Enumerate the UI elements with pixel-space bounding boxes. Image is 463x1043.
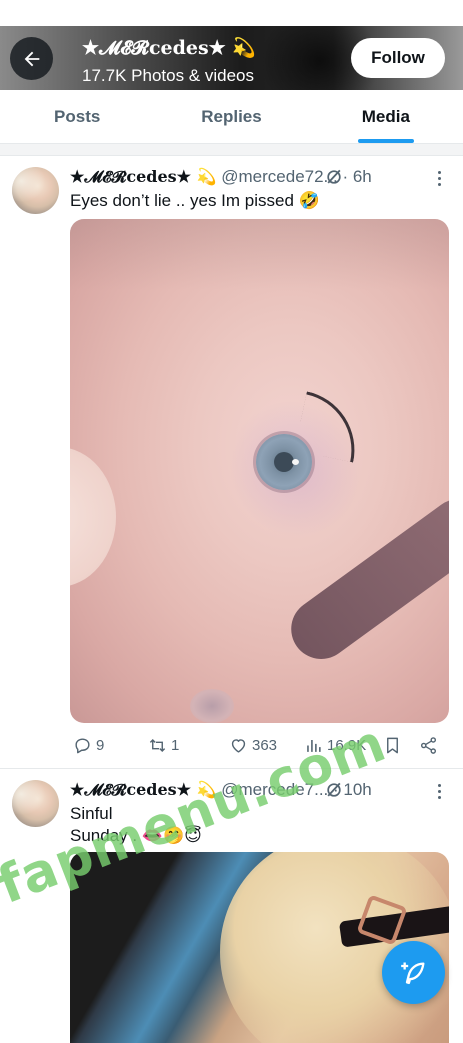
tweet-photo[interactable] [70,219,449,723]
tab-replies[interactable]: Replies [154,90,308,143]
media-count: 17.7K Photos & videos [82,66,255,85]
photo-nostril [190,689,234,723]
view-count: 16.9K [327,736,367,754]
author-name[interactable]: ★𝓜𝓔𝓡cedes★ 💫 [70,780,217,799]
repost-count: 1 [171,736,180,754]
status-bar-area [0,0,463,26]
author-name[interactable]: ★𝓜𝓔𝓡cedes★ 💫 [70,167,217,186]
author-handle[interactable]: @mercede7... [221,780,328,799]
tweet-time[interactable]: · 6h [342,167,371,186]
reply-button[interactable]: 9 [73,733,104,757]
profile-header: ★𝓜𝓔𝓡cedes★ 💫 17.7K Photos & videos Follo… [0,26,463,90]
section-divider [0,144,463,156]
arrow-left-icon [24,51,39,66]
reply-count: 9 [96,736,105,754]
tab-posts[interactable]: Posts [0,90,154,143]
share-icon [420,736,437,754]
views-button[interactable]: 16.9K [304,733,366,757]
compose-icon [400,962,424,984]
tweet-text: Eyes don’t lie .. yes Im pissed 🤣 [70,191,320,210]
tweet-meta: ★𝓜𝓔𝓡cedes★ 💫 @mercede7... · 10h [70,780,440,802]
photo-pupil [274,452,294,472]
avatar-image [12,780,59,827]
tab-label: Replies [201,106,262,126]
tweet-text: Sinful Sunday . 👄🤭😇 [70,804,202,845]
bookmark-button[interactable] [383,733,402,757]
avatar-image [12,167,59,214]
like-button[interactable]: 363 [229,733,277,757]
profile-tabs: Posts Replies Media [0,90,463,144]
tweet[interactable]: ★𝓜𝓔𝓡cedes★ 💫 @mercede72... · 6h Eyes don… [0,157,463,769]
tweet[interactable]: ★𝓜𝓔𝓡cedes★ 💫 @mercede7... · 10h Sinful S… [0,770,463,1043]
tab-label: Media [361,106,410,126]
author-handle[interactable]: @mercede72... [221,167,337,186]
grok-icon[interactable] [324,780,344,800]
back-button[interactable] [10,37,53,80]
bookmark-icon [387,737,398,753]
more-vertical-icon[interactable] [432,167,446,189]
views-icon [307,739,321,752]
avatar[interactable] [12,167,59,214]
tab-label: Posts [54,106,101,126]
tweet-meta: ★𝓜𝓔𝓡cedes★ 💫 @mercede72... · 6h [70,167,440,189]
share-button[interactable] [419,733,438,757]
active-tab-indicator [357,139,414,143]
avatar[interactable] [12,780,59,827]
compose-button[interactable] [382,941,445,1004]
grok-icon[interactable] [324,167,344,187]
profile-name: ★𝓜𝓔𝓡cedes★ 💫 [82,37,256,59]
photo-highlight [292,459,299,465]
repost-icon [149,738,166,752]
follow-button[interactable]: Follow [351,38,445,78]
more-vertical-icon[interactable] [432,780,446,802]
repost-button[interactable]: 1 [148,733,179,757]
heart-icon [231,738,246,753]
like-count: 363 [252,736,278,754]
tweet-actions: 9 1 363 16.9K [70,733,449,757]
reply-icon [75,737,90,753]
tab-media[interactable]: Media [309,90,463,143]
